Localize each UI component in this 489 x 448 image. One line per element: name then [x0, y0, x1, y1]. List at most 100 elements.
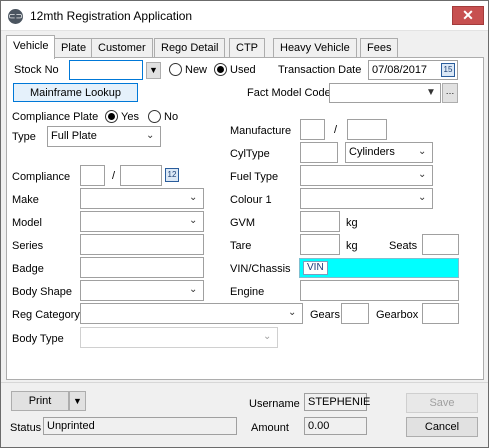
compliance-month-input[interactable] — [80, 165, 105, 186]
reg-category-label: Reg Category — [12, 309, 80, 321]
model-label: Model — [12, 217, 42, 229]
chevron-down-icon: ▼ — [426, 87, 436, 98]
calendar-icon[interactable]: 12 — [165, 168, 179, 182]
compliance-no-label: No — [164, 111, 179, 123]
tab-plate[interactable]: Plate — [54, 38, 94, 58]
make-label: Make — [12, 194, 39, 206]
new-radio-label: New — [185, 64, 208, 76]
used-radio-label: Used — [230, 64, 256, 76]
fact-model-code-label: Fact Model Code — [247, 87, 331, 99]
chevron-down-icon: ⌄ — [189, 284, 198, 295]
gearbox-input[interactable] — [422, 303, 459, 324]
chevron-down-icon: ⌄ — [189, 215, 198, 226]
badge-label: Badge — [12, 263, 44, 275]
car-icon: ⊂⊃ — [8, 9, 23, 24]
compliance-year-input[interactable] — [120, 165, 162, 186]
stock-no-label: Stock No — [14, 64, 59, 76]
gvm-input[interactable] — [300, 211, 340, 232]
transaction-date-value: 07/08/2017 — [372, 64, 428, 76]
chevron-down-icon: ⌄ — [288, 307, 297, 318]
amount-field: 0.00 — [304, 417, 367, 435]
manufacture-month-input[interactable] — [300, 119, 325, 140]
status-label: Status — [10, 422, 42, 434]
tab-heavy-vehicle[interactable]: Heavy Vehicle — [273, 38, 357, 58]
cancel-button[interactable]: Cancel — [406, 417, 478, 437]
transaction-date-label: Transaction Date — [278, 64, 362, 76]
seats-input[interactable] — [422, 234, 459, 255]
title-bar: ⊂⊃ 12mth Registration Application ✕ — [1, 1, 488, 31]
calendar-icon[interactable]: 15 — [441, 63, 455, 77]
engine-input[interactable] — [300, 280, 459, 301]
username-field: STEPHENIE — [304, 393, 370, 411]
compliance-yes-radio[interactable] — [105, 110, 118, 123]
colour-label: Colour 1 — [230, 194, 272, 206]
body-shape-label: Body Shape — [12, 286, 72, 298]
vin-tag: VIN — [303, 261, 328, 275]
chevron-down-icon: ⌄ — [418, 146, 427, 157]
footer-divider — [1, 382, 488, 383]
type-select[interactable]: Full Plate ⌄ — [47, 126, 161, 147]
tab-customer[interactable]: Customer — [91, 38, 153, 58]
series-input[interactable] — [80, 234, 204, 255]
stock-dropdown-button[interactable]: ▼ — [146, 62, 161, 79]
gears-input[interactable] — [341, 303, 369, 324]
make-select[interactable]: ⌄ — [80, 188, 204, 209]
compliance-plate-label: Compliance Plate — [12, 111, 99, 123]
badge-input[interactable] — [80, 257, 204, 278]
gearbox-label: Gearbox — [376, 309, 419, 321]
chevron-down-icon: ⌄ — [418, 169, 427, 180]
print-button[interactable]: Print — [11, 391, 69, 411]
chevron-down-icon: ⌄ — [189, 192, 198, 203]
print-dropdown-button[interactable]: ▼ — [69, 391, 86, 411]
gears-label: Gears — [310, 309, 340, 321]
fuel-type-select[interactable]: ⌄ — [300, 165, 433, 186]
cylinders-select[interactable]: Cylinders ⌄ — [345, 142, 433, 163]
tab-fees[interactable]: Fees — [360, 38, 399, 58]
colour-select[interactable]: ⌄ — [300, 188, 433, 209]
body-shape-select[interactable]: ⌄ — [80, 280, 204, 301]
tab-rego-detail[interactable]: Rego Detail — [154, 38, 226, 58]
compliance-no-radio[interactable] — [148, 110, 161, 123]
compliance-label: Compliance — [12, 171, 71, 183]
fact-model-code-select[interactable]: ▼ — [329, 83, 441, 103]
ellipsis-button[interactable]: … — [442, 83, 458, 103]
username-label: Username — [249, 398, 300, 410]
gvm-label: GVM — [230, 217, 256, 229]
tare-label: Tare — [230, 240, 252, 252]
tab-vehicle[interactable]: Vehicle — [6, 35, 56, 59]
used-radio[interactable] — [214, 63, 227, 76]
tare-input[interactable] — [300, 234, 340, 255]
chevron-down-icon: ⌄ — [146, 130, 155, 141]
engine-label: Engine — [230, 286, 265, 298]
cyltype-input[interactable] — [300, 142, 338, 163]
seats-label: Seats — [389, 240, 418, 252]
amount-label: Amount — [251, 422, 289, 434]
window-title: 12mth Registration Application — [30, 9, 193, 23]
manufacture-separator: / — [334, 124, 338, 136]
chevron-down-icon: ⌄ — [418, 192, 427, 203]
model-select[interactable]: ⌄ — [80, 211, 204, 232]
close-button[interactable]: ✕ — [452, 6, 484, 25]
gvm-unit: kg — [346, 217, 358, 229]
registration-window: ⊂⊃ 12mth Registration Application ✕ Vehi… — [0, 0, 489, 448]
status-field: Unprinted — [43, 417, 237, 435]
body-type-select[interactable]: ⌄ — [80, 327, 278, 348]
manufacture-year-input[interactable] — [347, 119, 387, 140]
tare-unit: kg — [346, 240, 358, 252]
stock-no-input[interactable] — [69, 60, 143, 80]
chevron-down-icon: ▼ — [73, 396, 82, 406]
vin-chassis-label: VIN/Chassis — [230, 263, 291, 275]
mainframe-lookup-button[interactable]: Mainframe Lookup — [13, 83, 138, 102]
fuel-type-label: Fuel Type — [230, 171, 279, 183]
body-type-label: Body Type — [12, 333, 64, 345]
type-label: Type — [12, 131, 36, 143]
vin-chassis-input[interactable]: VIN — [299, 258, 459, 278]
save-button[interactable]: Save — [406, 393, 478, 413]
compliance-separator: / — [112, 170, 116, 182]
series-label: Series — [12, 240, 44, 252]
chevron-down-icon: ⌄ — [263, 331, 272, 342]
cyltype-label: CylType — [230, 148, 270, 160]
tab-ctp[interactable]: CTP — [229, 38, 265, 58]
new-radio[interactable] — [169, 63, 182, 76]
reg-category-select[interactable]: ⌄ — [80, 303, 303, 324]
